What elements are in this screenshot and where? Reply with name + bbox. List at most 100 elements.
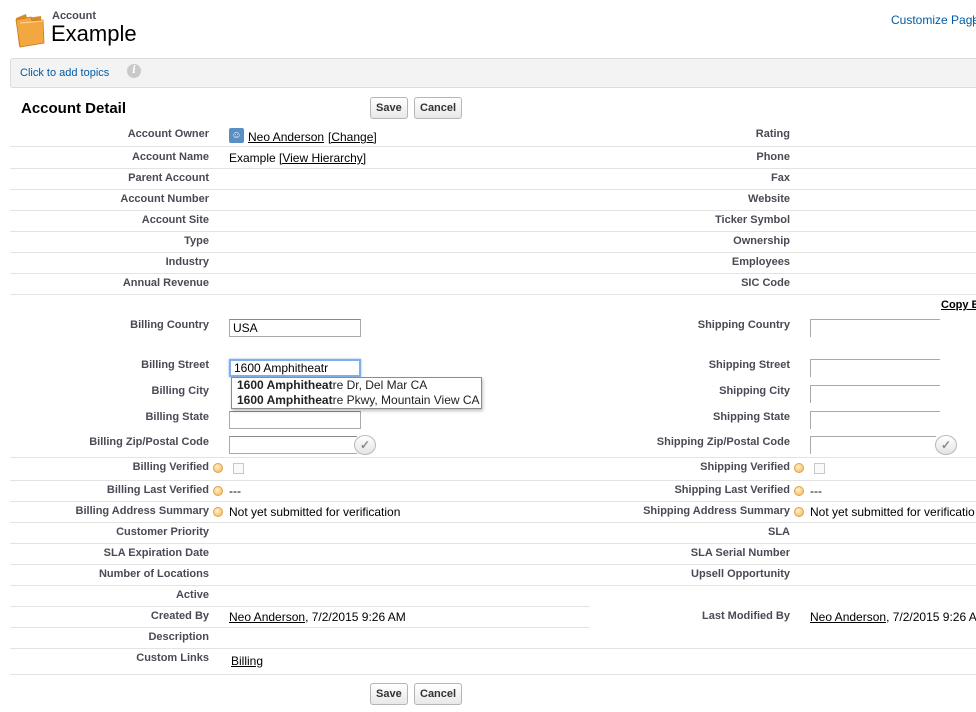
billing-country-input[interactable] bbox=[229, 319, 361, 337]
autocomplete-rest: re Dr, Del Mar CA bbox=[332, 378, 428, 392]
custom-links-label: Custom Links bbox=[136, 652, 209, 664]
upsell-label: Upsell Opportunity bbox=[691, 568, 790, 580]
autocomplete-option[interactable]: 1600 Amphitheatre Pkwy, Mountain View CA bbox=[232, 393, 481, 408]
account-owner-label: Account Owner bbox=[127, 128, 209, 140]
billing-country-label: Billing Country bbox=[130, 319, 209, 331]
ticker-symbol-label: Ticker Symbol bbox=[715, 214, 790, 226]
account-owner-link[interactable]: Neo Anderson bbox=[248, 130, 324, 144]
divider bbox=[10, 648, 976, 649]
help-icon[interactable] bbox=[213, 463, 223, 473]
autocomplete-option[interactable]: 1600 Amphitheatre Dr, Del Mar CA bbox=[232, 378, 481, 393]
billing-street-label: Billing Street bbox=[141, 359, 209, 371]
divider bbox=[10, 564, 976, 565]
last-modified-label: Last Modified By bbox=[701, 610, 790, 622]
created-by-user-link[interactable]: Neo Anderson bbox=[229, 610, 305, 624]
billing-last-verified-label: Billing Last Verified bbox=[106, 484, 209, 496]
divider bbox=[10, 146, 976, 147]
shipping-last-verified-value: --- bbox=[810, 484, 822, 498]
shipping-state-label: Shipping State bbox=[713, 411, 790, 423]
divider bbox=[10, 627, 590, 628]
billing-verified-label: Billing Verified bbox=[132, 461, 209, 473]
employees-label: Employees bbox=[731, 256, 790, 268]
divider bbox=[10, 210, 976, 211]
sla-label: SLA bbox=[768, 526, 790, 538]
last-modified-user-link[interactable]: Neo Anderson bbox=[810, 610, 886, 624]
fax-label: Fax bbox=[771, 172, 790, 184]
cancel-button[interactable]: Cancel bbox=[414, 97, 463, 119]
shipping-verified-label: Shipping Verified bbox=[700, 461, 790, 473]
shipping-country-input[interactable] bbox=[810, 319, 940, 337]
shipping-street-input[interactable] bbox=[810, 359, 940, 377]
divider bbox=[10, 585, 976, 586]
shipping-street-label: Shipping Street bbox=[708, 359, 790, 371]
divider bbox=[10, 674, 976, 675]
folder-icon bbox=[13, 12, 45, 48]
shipping-country-label: Shipping Country bbox=[697, 319, 790, 331]
autocomplete-match: 1600 Amphitheat bbox=[237, 378, 333, 392]
billing-state-label: Billing State bbox=[145, 411, 209, 423]
phone-label: Phone bbox=[756, 151, 790, 163]
user-icon: ☺ bbox=[229, 128, 244, 143]
description-label: Description bbox=[148, 631, 209, 643]
account-name-value: Example bbox=[229, 151, 276, 165]
help-icon[interactable] bbox=[794, 507, 804, 517]
shipping-summary-value: Not yet submitted for verificatio bbox=[810, 505, 975, 519]
account-name-label: Account Name bbox=[131, 151, 209, 163]
rating-label: Rating bbox=[755, 128, 790, 140]
checkmark-icon[interactable]: ✓ bbox=[935, 435, 957, 455]
copy-billing-link[interactable]: Copy B bbox=[941, 299, 976, 311]
add-topics-link[interactable]: Click to add topics bbox=[20, 67, 109, 79]
ownership-label: Ownership bbox=[733, 235, 790, 247]
save-button-bottom[interactable]: Save bbox=[370, 683, 408, 705]
type-label: Type bbox=[184, 235, 209, 247]
billing-last-verified-value: --- bbox=[229, 484, 241, 498]
divider bbox=[10, 501, 976, 502]
checkmark-icon[interactable]: ✓ bbox=[354, 435, 376, 455]
shipping-last-verified-label: Shipping Last Verified bbox=[674, 484, 790, 496]
created-by-date: , 7/2/2015 9:26 AM bbox=[305, 610, 406, 624]
topics-bar bbox=[10, 58, 976, 88]
info-icon: i bbox=[127, 64, 141, 78]
shipping-zip-input[interactable] bbox=[810, 436, 936, 454]
customize-page-link[interactable]: Customize Page bbox=[891, 13, 976, 27]
industry-label: Industry bbox=[165, 256, 209, 268]
billing-state-input[interactable] bbox=[229, 411, 361, 429]
billing-custom-link[interactable]: Billing bbox=[231, 654, 263, 668]
save-button[interactable]: Save bbox=[370, 97, 408, 119]
section-title: Account Detail bbox=[21, 100, 127, 117]
divider bbox=[10, 606, 590, 607]
billing-verified-checkbox bbox=[233, 463, 244, 474]
account-number-label: Account Number bbox=[120, 193, 209, 205]
account-site-label: Account Site bbox=[141, 214, 209, 226]
page-title: Example bbox=[51, 21, 137, 46]
divider bbox=[10, 294, 976, 295]
change-owner-link[interactable]: [Change] bbox=[328, 130, 377, 144]
address-autocomplete-dropdown: 1600 Amphitheatre Dr, Del Mar CA 1600 Am… bbox=[231, 377, 482, 409]
billing-street-input[interactable] bbox=[229, 359, 361, 377]
divider bbox=[10, 231, 976, 232]
divider bbox=[10, 189, 976, 190]
divider bbox=[10, 168, 976, 169]
shipping-zip-label: Shipping Zip/Postal Code bbox=[656, 436, 790, 448]
billing-zip-input[interactable] bbox=[229, 436, 357, 454]
view-hierarchy-link[interactable]: [View Hierarchy] bbox=[279, 151, 366, 165]
sla-serial-label: SLA Serial Number bbox=[690, 547, 790, 559]
help-icon[interactable] bbox=[794, 486, 804, 496]
parent-account-label: Parent Account bbox=[128, 172, 209, 184]
active-label: Active bbox=[175, 589, 209, 601]
billing-summary-label: Billing Address Summary bbox=[75, 505, 209, 517]
help-icon[interactable] bbox=[794, 463, 804, 473]
created-by-value: Neo Anderson, 7/2/2015 9:26 AM bbox=[229, 610, 406, 624]
shipping-city-input[interactable] bbox=[810, 385, 940, 403]
last-modified-date: , 7/2/2015 9:26 A bbox=[886, 610, 976, 624]
help-icon[interactable] bbox=[213, 507, 223, 517]
shipping-state-input[interactable] bbox=[810, 411, 940, 429]
divider bbox=[10, 457, 976, 458]
last-modified-value: Neo Anderson, 7/2/2015 9:26 A bbox=[810, 610, 976, 624]
cancel-button-bottom[interactable]: Cancel bbox=[414, 683, 463, 705]
billing-city-label: Billing City bbox=[151, 385, 209, 397]
divider bbox=[10, 543, 976, 544]
autocomplete-rest: re Pkwy, Mountain View CA bbox=[332, 393, 480, 407]
shipping-city-label: Shipping City bbox=[719, 385, 790, 397]
help-icon[interactable] bbox=[213, 486, 223, 496]
